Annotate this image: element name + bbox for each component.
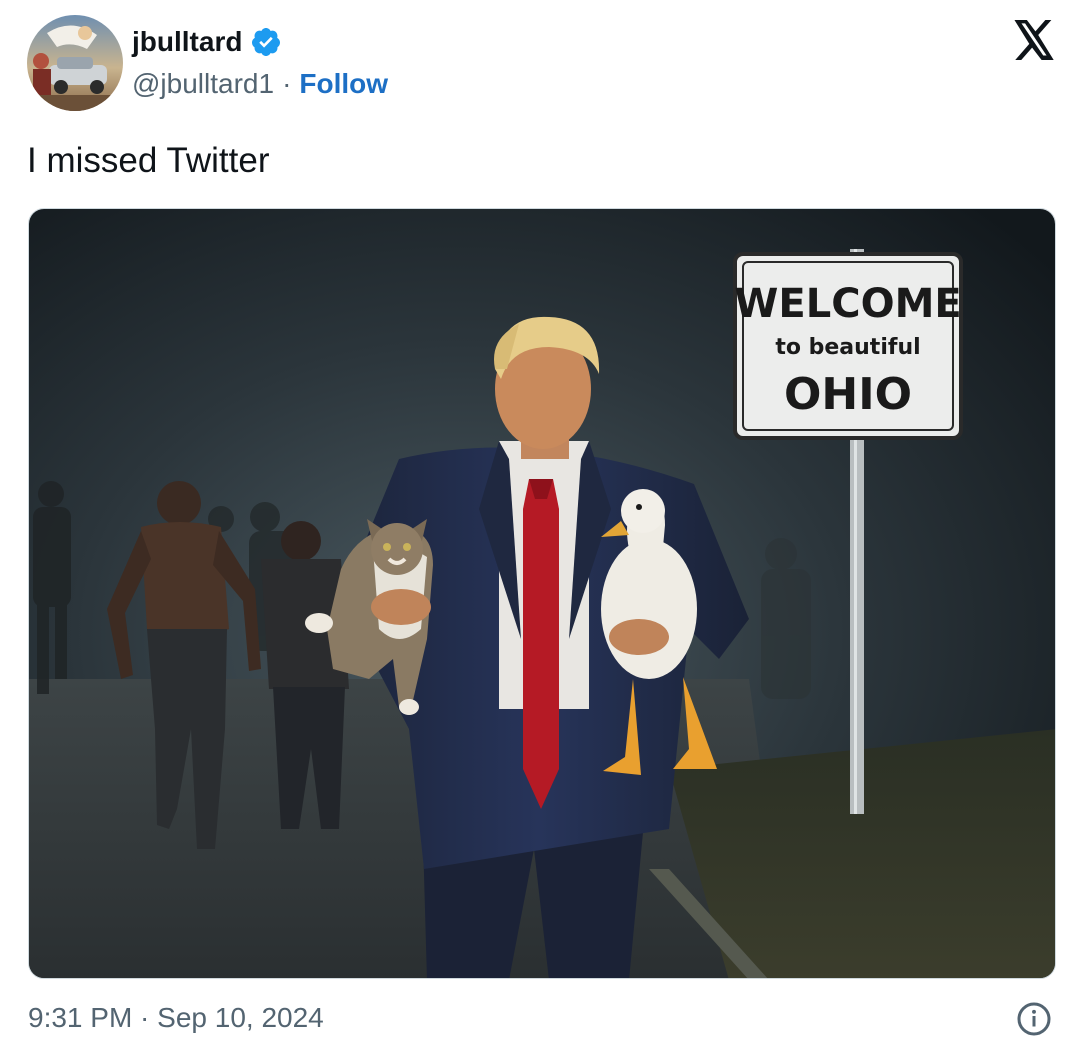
avatar-image (27, 15, 123, 111)
author-handle-row: @jbulltard1 · Follow (132, 66, 388, 102)
tweet-text: I missed Twitter (27, 141, 270, 180)
media-illustration: WELCOME to beautiful OHIO (29, 209, 1055, 978)
info-icon[interactable] (1016, 1001, 1052, 1037)
tweet-media-image[interactable]: WELCOME to beautiful OHIO (28, 208, 1056, 979)
follow-button[interactable]: Follow (299, 68, 388, 100)
separator-dot: · (282, 68, 292, 99)
author-avatar[interactable] (27, 15, 123, 111)
author-handle[interactable]: @jbulltard1 (132, 68, 274, 100)
tweet-timestamp[interactable]: 9:31 PM · Sep 10, 2024 (28, 1000, 324, 1036)
verified-badge-icon (252, 28, 281, 56)
sign-line-1: WELCOME (734, 281, 961, 327)
sign-line-3: OHIO (784, 369, 912, 420)
author-display-name[interactable]: jbulltard (132, 26, 242, 58)
x-logo-icon[interactable] (1012, 20, 1056, 60)
sign-line-2: to beautiful (775, 335, 920, 360)
author-name-row: jbulltard (132, 24, 282, 60)
